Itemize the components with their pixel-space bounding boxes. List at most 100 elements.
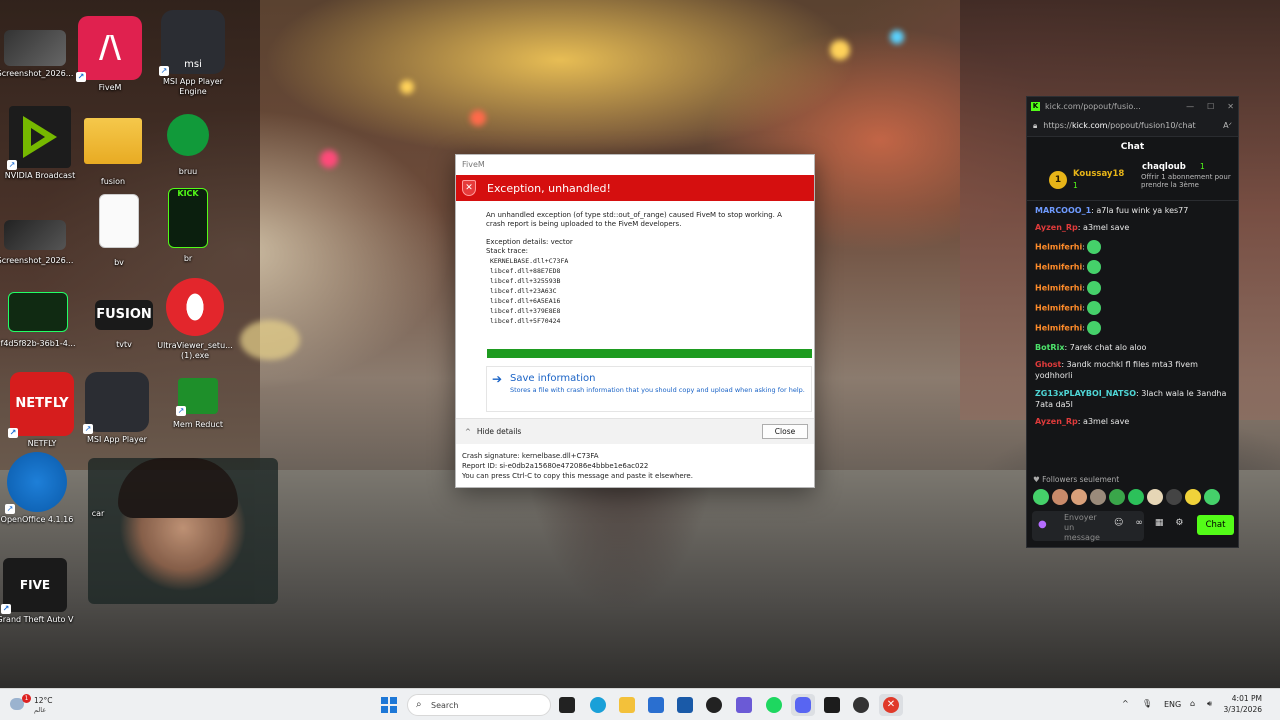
gta-icon-text: FIVE [19,578,51,592]
desktop-icon-msi-engine[interactable]: msi ↗ MSI App Player Engine [153,10,233,97]
emote-icon [1086,260,1101,275]
gift-icon[interactable]: ▦ [1155,518,1164,528]
microphone-tray-icon[interactable]: 🎙︎ [1142,699,1152,708]
hide-details-toggle[interactable]: ^ Hide details [465,427,521,436]
emote-icon [1086,280,1101,295]
emote-icon[interactable] [1147,489,1163,505]
reader-mode-icon[interactable]: Aᐟ [1223,121,1232,130]
desktop-icon-fusion-folder[interactable]: fusion [73,118,153,187]
desktop-icon-gta-v[interactable]: FIVE ↗ Grand Theft Auto V [0,558,75,625]
shortcut-arrow-icon: ↗ [5,504,15,514]
nvidia-broadcast-taskbar-icon[interactable] [824,697,840,713]
close-icon[interactable]: ✕ [1227,102,1234,111]
top-gifter-name[interactable]: Koussay18 [1073,169,1124,179]
desktop-icon-bv[interactable]: bv [79,194,159,268]
emote-icon[interactable] [1071,489,1087,505]
kick-address-bar[interactable]: 🔒︎ https://kick.com/popout/fusion10/chat… [1027,115,1238,137]
emote-icon[interactable] [1128,489,1144,505]
desktop-icon-tvtv[interactable]: FUSION tvtv [84,300,164,350]
chat-username[interactable]: ZG13xPLAYBOI_NATSO [1035,389,1136,398]
store-icon[interactable] [677,697,693,713]
desktop-icon-ultraviewer[interactable]: UltraViewer_setu... (1).exe [155,278,235,361]
volume-icon[interactable]: 🔊︎ [1207,699,1212,709]
chat-username[interactable]: Helmiferhi [1035,242,1082,251]
chat-username[interactable]: Helmiferhi [1035,263,1082,272]
xbox-icon[interactable] [706,697,722,713]
discord-icon[interactable] [795,697,811,713]
tray-overflow-icon[interactable]: ^ [1122,699,1129,708]
close-button[interactable]: Close [762,424,808,439]
fivem-icon: /\ ↗ [76,16,142,82]
image-thumbnail-icon [8,292,68,332]
file-explorer-icon[interactable] [619,697,635,713]
stack-frame: libcef.dll+5F70424 [490,317,561,325]
points-icon[interactable]: ∞ [1135,518,1143,528]
desktop-icon-car[interactable]: car [58,506,138,519]
chat-text: : [1082,283,1085,293]
desktop-icon-label: Screenshot_2026... [0,256,74,265]
maximize-icon[interactable]: ☐ [1207,102,1214,111]
chat-toolbar: ☺ ∞ ▦ ⚙ [1114,518,1183,528]
emote-icon[interactable] [1033,489,1049,505]
emote-icon[interactable] [1090,489,1106,505]
emoji-icon[interactable]: ☺ [1114,518,1123,528]
chat-username[interactable]: Helmiferhi [1035,303,1082,312]
desktop-icon-f4d5[interactable]: f4d5f82b-36b1-4... [0,292,78,349]
desktop-icon-netfly[interactable]: NETFLY ↗ NETFLY [2,372,82,449]
chat-username[interactable]: Ayzen_Rp [1035,223,1078,232]
obs-icon[interactable] [853,697,869,713]
taskbar-search[interactable]: ⌕ Search [407,694,551,716]
task-view-icon[interactable] [559,697,575,713]
send-chat-button[interactable]: Chat [1197,515,1234,535]
dialog-footer: ^ Hide details Close [456,418,814,444]
chat-username[interactable]: Ayzen_Rp [1035,417,1078,426]
search-icon: ⌕ [416,699,422,710]
desktop-icon-screenshot-1[interactable]: Screenshot_2026... [0,30,75,79]
minimize-icon[interactable]: — [1186,102,1194,111]
outlook-icon[interactable] [648,697,664,713]
spotify-icon[interactable] [766,697,782,713]
clock-date: 3/31/2026 [1223,705,1262,714]
network-icon[interactable]: ⌂ [1190,699,1195,708]
weather-city: عالم [34,706,47,714]
desktop-icon-label: UltraViewer_setu... (1).exe [157,341,233,360]
edge-icon[interactable] [590,697,606,713]
desktop-icon-screenshot-2[interactable]: Screenshot_2026... [0,220,75,266]
start-button[interactable] [381,697,397,713]
save-information-button[interactable]: ➔ Save information Stores a file with cr… [486,366,812,412]
top-gifter-count: 1 [1073,181,1078,190]
desktop-icon-br[interactable]: KICK br [148,188,228,264]
desktop-icon-msi-player[interactable]: ↗ MSI App Player [77,372,157,445]
desktop-icon-fivem[interactable]: /\ ↗ FiveM [70,16,150,93]
rank-badge: 1 [1049,171,1067,189]
desktop-icon-bruu[interactable]: bruu [148,114,228,177]
stack-frame: libcef.dll+88E7ED8 [490,267,561,275]
kick-icon-text: KICK [177,189,199,198]
wallpaper-lantern [890,30,904,44]
emote-icon[interactable] [1109,489,1125,505]
chat-username[interactable]: BotRix [1035,343,1064,352]
desktop-icon-nvidia-broadcast[interactable]: ↗ NVIDIA Broadcast [0,106,80,181]
chat-message: Ayzen_Rp: a3mel save [1035,222,1232,233]
chat-username[interactable]: Ghost [1035,360,1061,369]
chat-username[interactable]: Helmiferhi [1035,283,1082,292]
clock[interactable]: 4:01 PM 3/31/2026 [1222,693,1262,715]
emote-icon[interactable] [1204,489,1220,505]
teams-icon[interactable] [736,697,752,713]
microphone-icon[interactable]: ● [1038,519,1047,530]
chat-username[interactable]: Helmiferhi [1035,324,1082,333]
second-gifter-name[interactable]: chaqloub [1142,162,1186,172]
hide-details-label: Hide details [476,427,522,436]
chat-username[interactable]: MARCOOO_1 [1035,206,1091,215]
crash-signature: Crash signature: kernelbase.dll+C73FA [462,452,599,460]
settings-icon[interactable]: ⚙ [1175,518,1183,528]
emote-icon[interactable] [1166,489,1182,505]
lock-icon: 🔒︎ [1033,120,1038,130]
emote-icon[interactable] [1185,489,1201,505]
second-gifter-count: 1 [1200,162,1205,171]
fivem-crash-taskbar-icon[interactable]: ✕ [883,697,899,713]
emote-icon [1086,300,1101,315]
language-indicator[interactable]: ENG [1164,700,1181,709]
emote-icon[interactable] [1052,489,1068,505]
desktop-icon-mem-reduct[interactable]: ↗ Mem Reduct [158,378,238,430]
